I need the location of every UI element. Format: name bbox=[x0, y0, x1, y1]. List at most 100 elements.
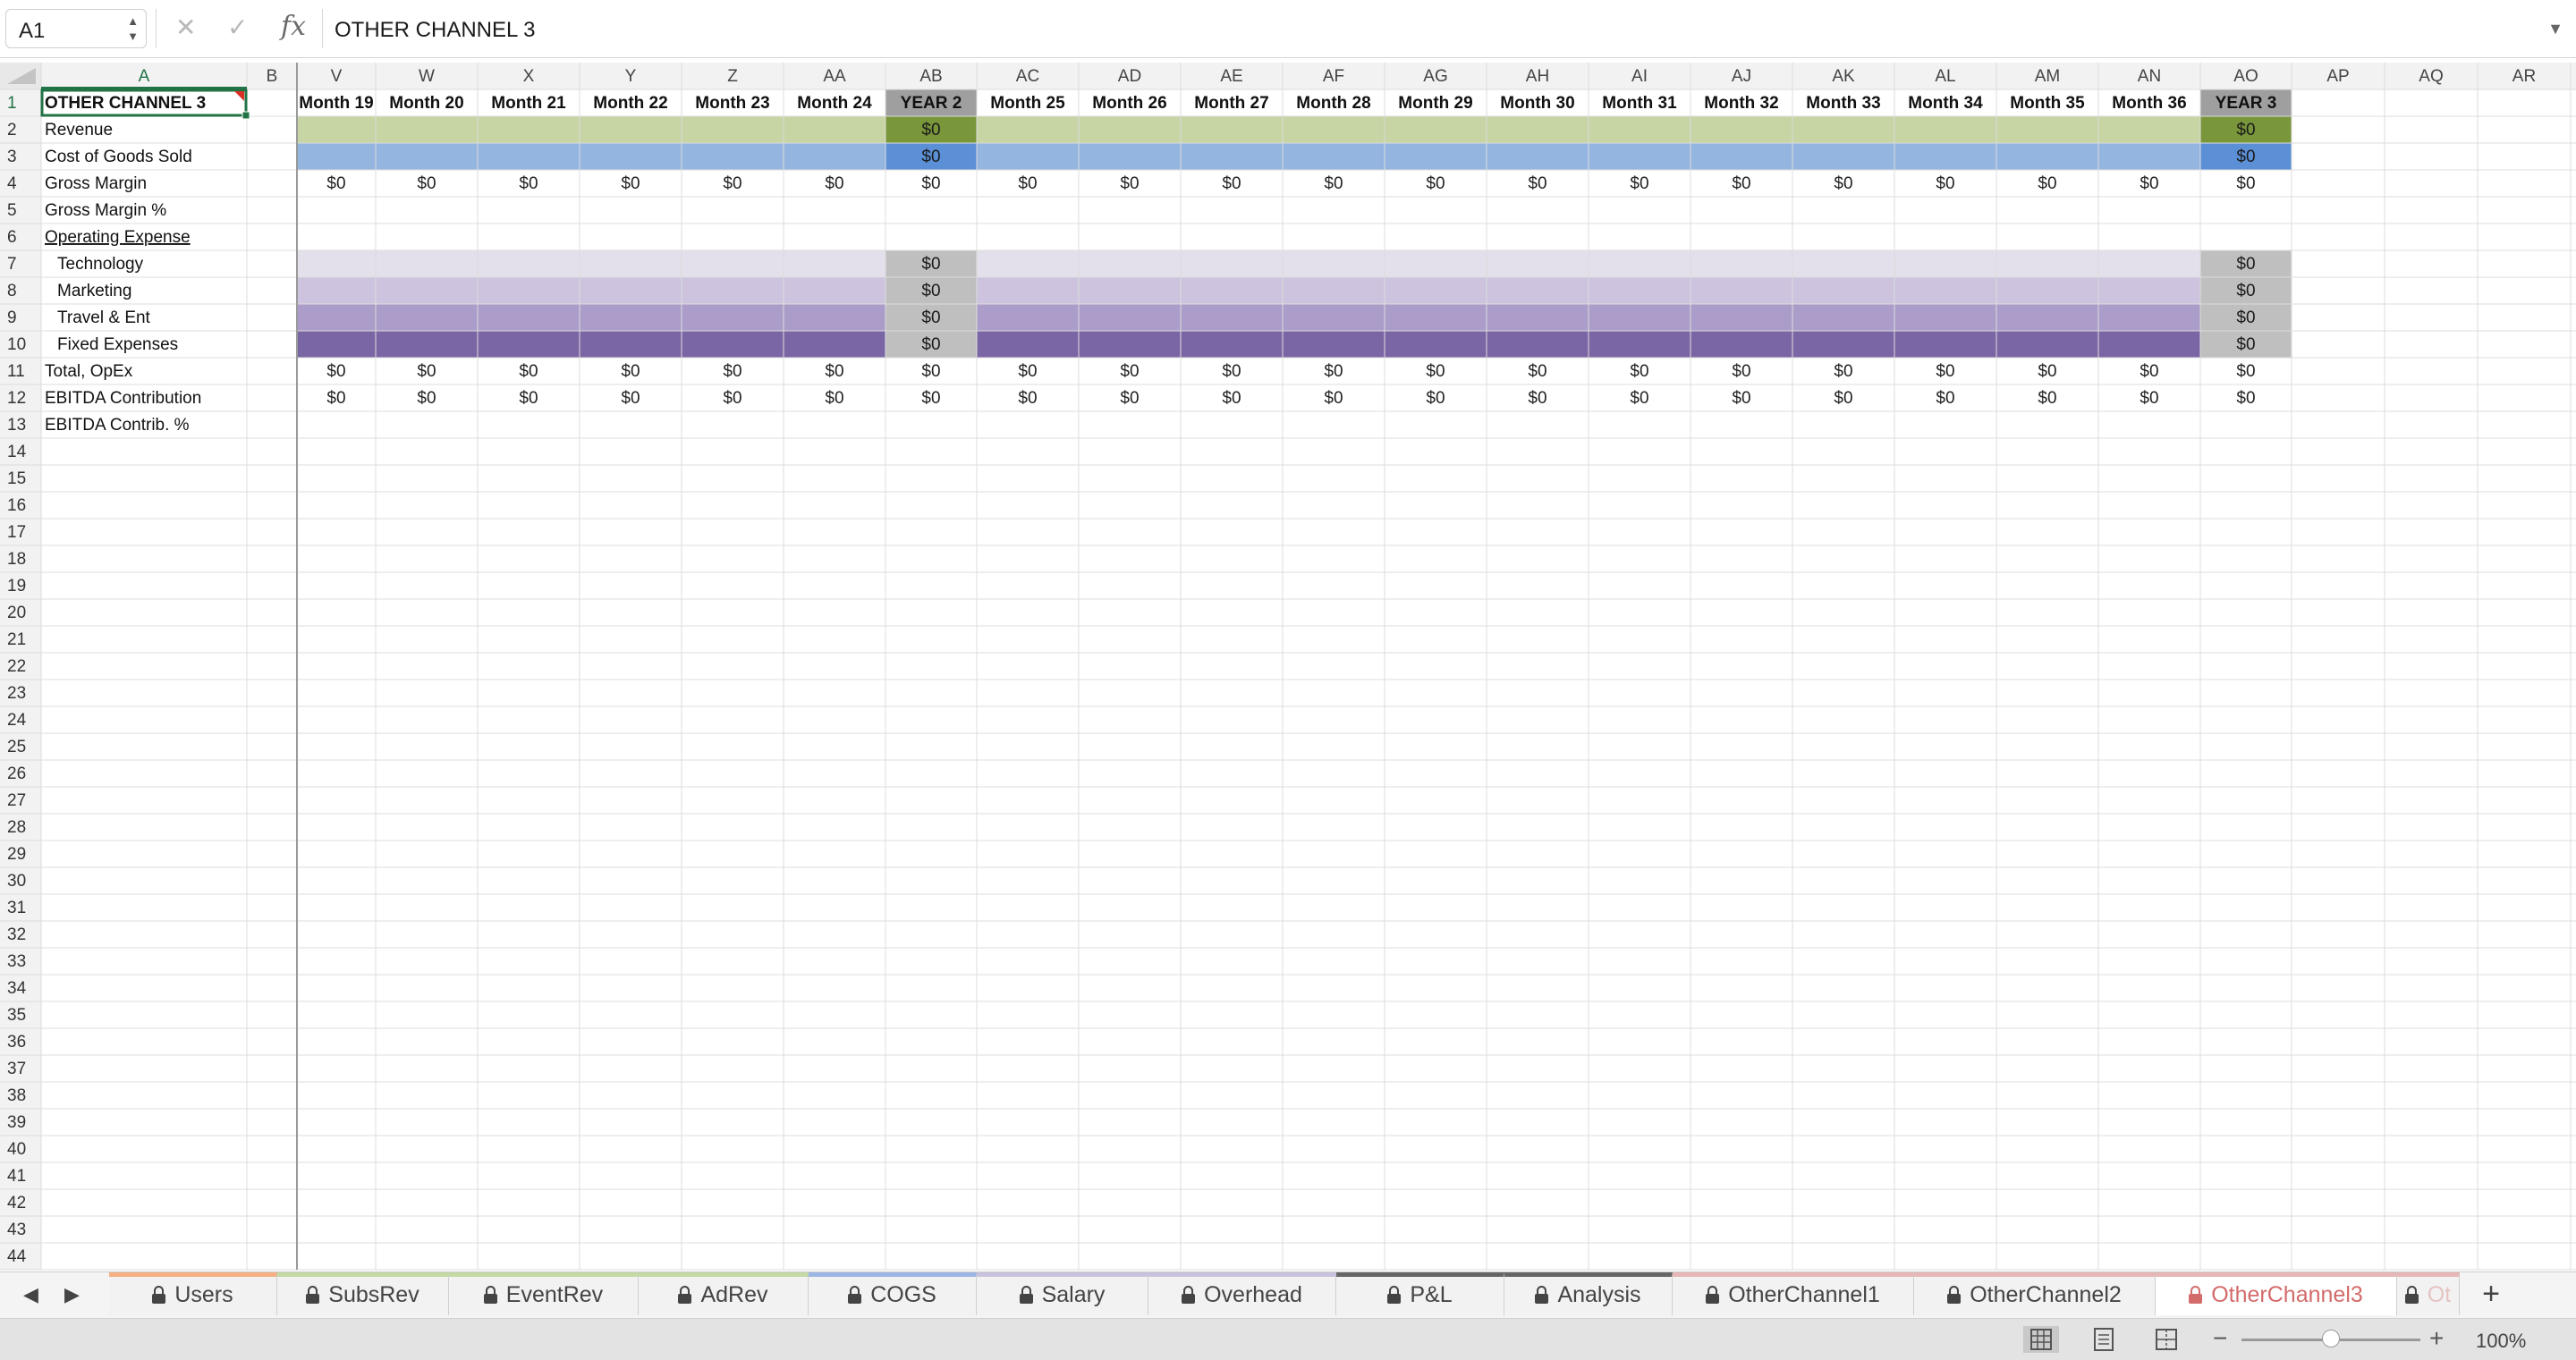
sheet-tab-overhead[interactable]: Overhead bbox=[1148, 1272, 1336, 1315]
zoom-in-button[interactable]: + bbox=[2429, 1324, 2444, 1353]
sheet-tab-otherchannel2[interactable]: OtherChannel2 bbox=[1914, 1272, 2156, 1315]
row-header-41: 41 bbox=[7, 1167, 26, 1186]
row-header-34: 34 bbox=[7, 979, 27, 998]
row-header-31: 31 bbox=[7, 899, 26, 917]
column-title-cell: YEAR 2 bbox=[901, 94, 962, 113]
sheet-tab-label: OtherChannel3 bbox=[2211, 1282, 2363, 1307]
value-cell: $0 bbox=[1222, 362, 1241, 381]
value-cell: $0 bbox=[1630, 362, 1648, 381]
zoom-out-button[interactable]: − bbox=[2213, 1324, 2227, 1353]
sheet-tab-eventrev[interactable]: EventRev bbox=[449, 1272, 639, 1315]
expand-formula-bar-icon[interactable]: ▼ bbox=[2547, 20, 2563, 38]
row-header-21: 21 bbox=[7, 630, 26, 649]
value-cell: $0 bbox=[1732, 362, 1750, 381]
column-title-cell: Month 30 bbox=[1500, 94, 1574, 113]
row-header-10: 10 bbox=[7, 335, 26, 354]
scroll-tabs-right-icon[interactable]: ▶ bbox=[64, 1283, 80, 1306]
page-layout-view-icon[interactable] bbox=[2086, 1326, 2122, 1353]
name-box-value: A1 bbox=[19, 19, 46, 43]
value-cell: $0 bbox=[326, 389, 345, 408]
lock-icon bbox=[1182, 1286, 1196, 1304]
value-cell: $0 bbox=[1936, 174, 1954, 193]
enter-check-icon[interactable]: ✓ bbox=[227, 13, 248, 42]
value-cell: $0 bbox=[1528, 389, 1546, 408]
value-cell: $0 bbox=[1426, 174, 1445, 193]
row-label-cell: Total, OpEx bbox=[45, 362, 133, 381]
column-title-cell: Month 24 bbox=[797, 94, 872, 113]
sheet-canvas[interactable]: A B V W X Y Z AA AB AC AD AE AF AG AH AI AJ AK AL AM AN AO AP A… bbox=[0, 63, 2576, 1271]
value-cell: $0 bbox=[1936, 389, 1954, 408]
scroll-tabs-left-icon[interactable]: ◀ bbox=[23, 1283, 38, 1306]
name-box-stepper-icon[interactable]: ▲ ▼ bbox=[127, 13, 139, 44]
year-total-value: $0 bbox=[2236, 121, 2255, 139]
sheet-tab-salary[interactable]: Salary bbox=[977, 1272, 1148, 1315]
lock-icon bbox=[1535, 1286, 1549, 1304]
row-header-12: 12 bbox=[7, 389, 26, 408]
value-cell: $0 bbox=[2140, 389, 2158, 408]
column-header-ar: AR bbox=[2512, 67, 2536, 86]
sheet-tab-users[interactable]: Users bbox=[109, 1272, 277, 1315]
row-header-38: 38 bbox=[7, 1086, 26, 1105]
sheet-tab-label: Salary bbox=[1041, 1282, 1106, 1307]
row-label-cell: EBITDA Contrib. % bbox=[45, 416, 190, 435]
sheet-tab-label: AdRev bbox=[700, 1282, 768, 1307]
row-header-28: 28 bbox=[7, 818, 26, 837]
comment-indicator-icon bbox=[234, 91, 244, 101]
column-header-aq: AQ bbox=[2419, 67, 2443, 86]
lock-icon bbox=[152, 1286, 166, 1304]
sheet-tab-label: P&L bbox=[1410, 1282, 1453, 1307]
column-header-ap: AP bbox=[2326, 67, 2349, 86]
value-cell: $0 bbox=[621, 389, 640, 408]
column-title-cell: Month 34 bbox=[1908, 94, 1983, 113]
name-box[interactable]: A1 ▲ ▼ bbox=[5, 9, 147, 48]
spreadsheet-grid[interactable]: A B V W X Y Z AA AB AC AD AE AF AG AH AI AJ AK AL AM AN AO AP A… bbox=[0, 63, 2576, 1271]
sheet-tab-label: OtherChannel2 bbox=[1970, 1282, 2122, 1307]
insert-function-icon[interactable]: fx bbox=[281, 11, 306, 42]
year-total-value: $0 bbox=[2236, 255, 2255, 274]
band-fill bbox=[297, 304, 886, 331]
row-header-15: 15 bbox=[7, 469, 26, 488]
column-header-y: Y bbox=[625, 67, 637, 86]
sheet-tab-adrev[interactable]: AdRev bbox=[639, 1272, 809, 1315]
cancel-icon[interactable]: ✕ bbox=[175, 13, 196, 42]
value-cell: $0 bbox=[825, 362, 843, 381]
value-cell: $0 bbox=[1732, 174, 1750, 193]
column-header-ae: AE bbox=[1220, 67, 1242, 86]
value-cell: $0 bbox=[326, 362, 345, 381]
row-header-11: 11 bbox=[7, 362, 25, 381]
column-title-cell: Month 26 bbox=[1092, 94, 1166, 113]
formula-input[interactable]: OTHER CHANNEL 3 bbox=[335, 18, 535, 43]
year-total-value: $0 bbox=[921, 335, 940, 354]
page-break-preview-icon[interactable] bbox=[2148, 1326, 2184, 1353]
zoom-slider-thumb[interactable] bbox=[2322, 1330, 2340, 1347]
lock-icon bbox=[483, 1286, 497, 1304]
sheet-tab-analysis[interactable]: Analysis bbox=[1504, 1272, 1673, 1315]
value-cell: $0 bbox=[1732, 389, 1750, 408]
normal-view-icon[interactable] bbox=[2023, 1326, 2059, 1353]
value-cell: $0 bbox=[1426, 389, 1445, 408]
column-header-ai: AI bbox=[1631, 67, 1648, 86]
row-header-18: 18 bbox=[7, 550, 26, 569]
status-message-area bbox=[0, 1319, 2004, 1360]
fill-handle bbox=[242, 111, 250, 120]
sheet-tab-subsrev[interactable]: SubsRev bbox=[277, 1272, 449, 1315]
sheet-tab-bar: ◀ ▶ Users SubsRev EventRev AdRev COGS Salary O… bbox=[0, 1271, 2576, 1319]
column-header-am: AM bbox=[2035, 67, 2061, 86]
row-header-5: 5 bbox=[7, 201, 17, 220]
band-fill bbox=[297, 277, 886, 304]
sheet-tab-p-l[interactable]: P&L bbox=[1336, 1272, 1504, 1315]
row-label-cell: Technology bbox=[57, 255, 144, 274]
sheet-tab-cogs[interactable]: COGS bbox=[809, 1272, 977, 1315]
sheet-tab-otherchannel3[interactable]: OtherChannel3 bbox=[2156, 1272, 2397, 1315]
column-title-cell: Month 25 bbox=[990, 94, 1065, 113]
row-header-7: 7 bbox=[7, 255, 17, 274]
sheet-tab-otherchannel1[interactable]: OtherChannel1 bbox=[1673, 1272, 1914, 1315]
add-sheet-button[interactable]: + bbox=[2469, 1276, 2513, 1315]
lock-icon bbox=[848, 1286, 862, 1304]
value-cell: $0 bbox=[1120, 389, 1139, 408]
value-cell: $0 bbox=[1528, 174, 1546, 193]
sheet-tab-ot[interactable]: Ot bbox=[2397, 1272, 2460, 1315]
column-header-aj: AJ bbox=[1732, 67, 1751, 86]
lock-icon bbox=[1706, 1286, 1720, 1304]
value-cell: $0 bbox=[723, 362, 741, 381]
